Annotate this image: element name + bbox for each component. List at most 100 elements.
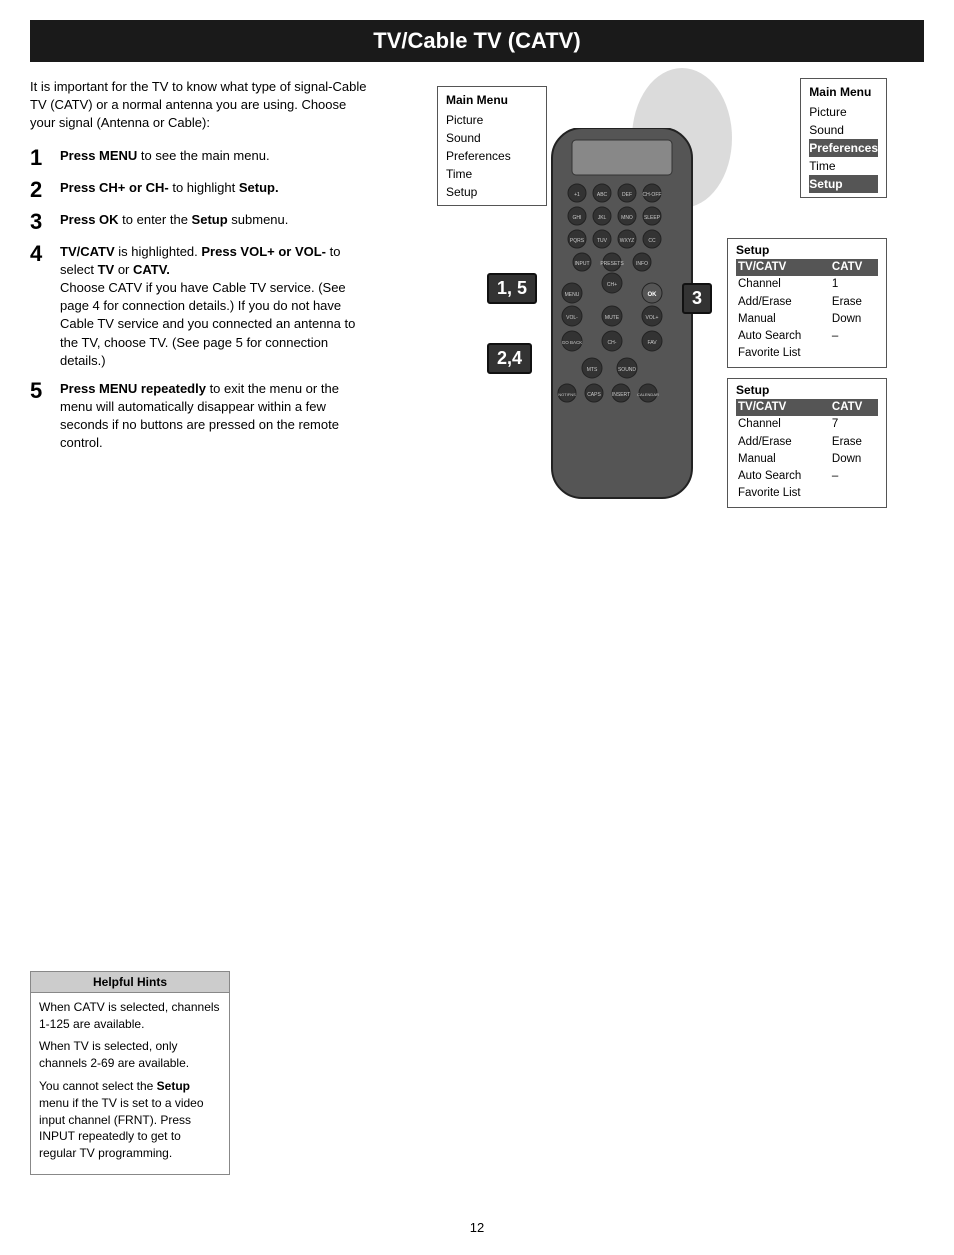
step-text: TV/CATV is highlighted. Press VOL+ or VO… xyxy=(60,243,370,370)
setup-table-2: TV/CATV CATV Channel 7 Add/Erase Erase M… xyxy=(736,399,878,503)
step-text: Press MENU to see the main menu. xyxy=(60,147,270,165)
setup-label-favoritelist-2: Favorite List xyxy=(736,485,830,502)
menu-item-setup-2: Setup xyxy=(809,175,878,193)
setup-row-channel-1: Channel 1 xyxy=(736,276,878,293)
main-menu-title-1: Main Menu xyxy=(446,91,538,109)
setup-title-2: Setup xyxy=(736,383,878,397)
menu-item-picture-2: Picture xyxy=(809,103,878,121)
svg-text:CH·OFF: CH·OFF xyxy=(643,192,662,198)
svg-text:INPUT: INPUT xyxy=(575,261,590,267)
setup-row-adderase-1: Add/Erase Erase xyxy=(736,294,878,311)
right-column: Main Menu Picture Sound Preferences Time… xyxy=(390,78,924,538)
hints-content: When CATV is selected, channels 1-125 ar… xyxy=(31,993,229,1174)
step-item-4: 4 TV/CATV is highlighted. Press VOL+ or … xyxy=(30,243,370,370)
svg-text:GO BACK: GO BACK xyxy=(562,340,583,345)
step-item-3: 3 Press OK to enter the Setup submenu. xyxy=(30,211,370,233)
menu-item-sound-1: Sound xyxy=(446,129,538,147)
svg-text:CALENDAR: CALENDAR xyxy=(637,392,659,397)
svg-text:NOTIFNS: NOTIFNS xyxy=(558,392,576,397)
hint-item-3: You cannot select the Setup menu if the … xyxy=(39,1078,221,1162)
diagram: Main Menu Picture Sound Preferences Time… xyxy=(427,78,887,538)
menu-item-sound-2: Sound xyxy=(809,121,878,139)
intro-text: It is important for the TV to know what … xyxy=(30,78,370,133)
svg-text:MNO: MNO xyxy=(621,215,633,221)
left-column: It is important for the TV to know what … xyxy=(30,78,370,538)
setup-value-adderase-1: Erase xyxy=(830,294,878,311)
main-menu-box-1: Main Menu Picture Sound Preferences Time… xyxy=(437,86,547,206)
step-number: 3 xyxy=(30,211,50,233)
setup-label-manual-1: Manual xyxy=(736,311,830,328)
svg-text:MENU: MENU xyxy=(565,292,580,298)
step-item-1: 1 Press MENU to see the main menu. xyxy=(30,147,370,169)
setup-row-favoritelist-1: Favorite List xyxy=(736,345,878,362)
setup-label-favoritelist-1: Favorite List xyxy=(736,345,830,362)
svg-text:DEF: DEF xyxy=(622,192,632,198)
setup-value-channel-2: 7 xyxy=(830,416,878,433)
step-number: 5 xyxy=(30,380,50,402)
step-item-2: 2 Press CH+ or CH- to highlight Setup. xyxy=(30,179,370,201)
step-number: 1 xyxy=(30,147,50,169)
hint-item-2: When TV is selected, only channels 2-69 … xyxy=(39,1038,221,1072)
svg-text:TUV: TUV xyxy=(597,238,608,244)
svg-text:VOL+: VOL+ xyxy=(646,315,659,321)
setup-label-channel-1: Channel xyxy=(736,276,830,293)
setup-label-adderase-2: Add/Erase xyxy=(736,434,830,451)
setup-label-manual-2: Manual xyxy=(736,451,830,468)
setup-row-favoritelist-2: Favorite List xyxy=(736,485,878,502)
svg-text:CH+: CH+ xyxy=(607,282,617,288)
setup-value-manual-1: Down xyxy=(830,311,878,328)
step-text: Press OK to enter the Setup submenu. xyxy=(60,211,288,229)
setup-row-tvcatv-1: TV/CATV CATV xyxy=(736,259,878,276)
svg-text:ABC: ABC xyxy=(597,192,608,198)
menu-item-time-2: Time xyxy=(809,157,878,175)
menu-item-preferences-1: Preferences xyxy=(446,147,538,165)
setup-value-channel-1: 1 xyxy=(830,276,878,293)
setup-row-channel-2: Channel 7 xyxy=(736,416,878,433)
svg-text:CC: CC xyxy=(648,238,656,244)
svg-text:SLEEP: SLEEP xyxy=(644,215,661,221)
step-number: 4 xyxy=(30,243,50,265)
setup-label-autosearch-1: Auto Search xyxy=(736,328,830,345)
page-number: 12 xyxy=(0,1220,954,1235)
setup-row-autosearch-2: Auto Search – xyxy=(736,468,878,485)
setup-label-autosearch-2: Auto Search xyxy=(736,468,830,485)
svg-text:VOL-: VOL- xyxy=(566,315,578,321)
setup-row-manual-2: Manual Down xyxy=(736,451,878,468)
step-label-3: 3 xyxy=(682,283,712,314)
setup-table-1: TV/CATV CATV Channel 1 Add/Erase Erase M… xyxy=(736,259,878,363)
svg-text:PRESETS: PRESETS xyxy=(600,261,624,267)
svg-text:JKL: JKL xyxy=(598,215,607,221)
setup-value-autosearch-2: – xyxy=(830,468,878,485)
svg-text:INSERT: INSERT xyxy=(612,392,630,398)
menu-item-preferences-2: Preferences xyxy=(809,139,878,157)
step-text: Press CH+ or CH- to highlight Setup. xyxy=(60,179,279,197)
page-title: TV/Cable TV (CATV) xyxy=(30,20,924,62)
svg-text:MTS: MTS xyxy=(587,367,598,373)
svg-text:GHI: GHI xyxy=(573,215,582,221)
remote-control-svg: +1 ABC DEF CH·OFF GHI JKL MNO SLEEP PQRS xyxy=(537,128,707,528)
hints-box: Helpful Hints When CATV is selected, cha… xyxy=(30,971,230,1175)
helpful-hints-section: Helpful Hints When CATV is selected, cha… xyxy=(30,971,230,1175)
setup-row-adderase-2: Add/Erase Erase xyxy=(736,434,878,451)
svg-text:MUTE: MUTE xyxy=(605,315,620,321)
setup-value-adderase-2: Erase xyxy=(830,434,878,451)
setup-value-favoritelist-2 xyxy=(830,485,878,502)
setup-value-autosearch-1: – xyxy=(830,328,878,345)
setup-label-channel-2: Channel xyxy=(736,416,830,433)
main-menu-title-2: Main Menu xyxy=(809,83,878,101)
main-menu-box-2: Main Menu Picture Sound Preferences Time… xyxy=(800,78,887,198)
setup-value-tvcatv-2: CATV xyxy=(830,399,878,416)
step-number: 2 xyxy=(30,179,50,201)
setup-row-tvcatv-2: TV/CATV CATV xyxy=(736,399,878,416)
step-text: Press MENU repeatedly to exit the menu o… xyxy=(60,380,370,453)
menu-item-setup-1: Setup xyxy=(446,183,538,201)
svg-text:FAV: FAV xyxy=(647,340,657,346)
menu-item-time-1: Time xyxy=(446,165,538,183)
hint-item-1: When CATV is selected, channels 1-125 ar… xyxy=(39,999,221,1033)
svg-text:WXYZ: WXYZ xyxy=(620,238,634,244)
svg-text:OK: OK xyxy=(648,292,658,298)
svg-text:CAPS: CAPS xyxy=(587,392,601,398)
step-label-15: 1, 5 xyxy=(487,273,537,304)
setup-row-manual-1: Manual Down xyxy=(736,311,878,328)
steps-list: 1 Press MENU to see the main menu. 2 Pre… xyxy=(30,147,370,453)
